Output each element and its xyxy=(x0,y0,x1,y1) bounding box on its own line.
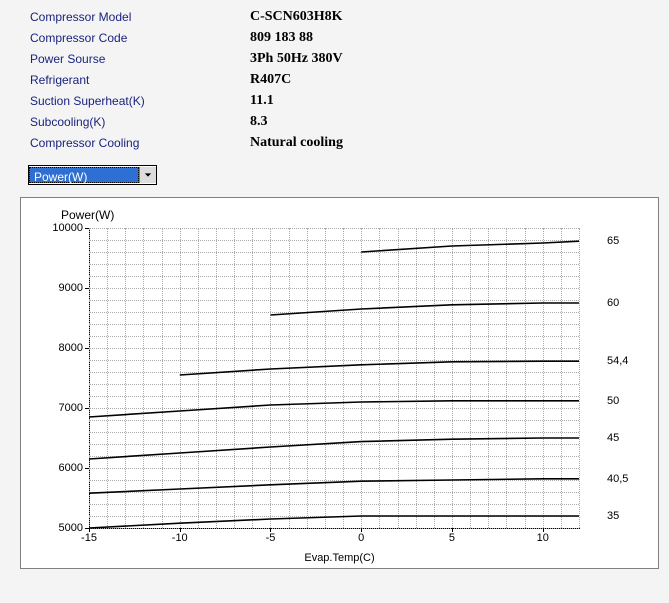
spec-table: Compressor ModelC-SCN603H8K Compressor C… xyxy=(0,0,669,157)
spec-value: C-SCN603H8K xyxy=(250,9,343,25)
spec-label: Compressor Code xyxy=(30,31,250,45)
chart-panel: Power(W) Evap.Temp(C) 500060007000800090… xyxy=(20,197,659,569)
chart-select-combo[interactable]: Power(W) xyxy=(28,165,157,185)
spec-label: Suction Superheat(K) xyxy=(30,94,250,108)
dropdown-button[interactable] xyxy=(139,167,156,183)
series-label: 54,4 xyxy=(579,355,628,367)
spec-value: Natural cooling xyxy=(250,135,343,151)
series-label: 45 xyxy=(579,432,619,444)
series-label: 35 xyxy=(579,510,619,522)
spec-row: RefrigerantR407C xyxy=(30,69,649,90)
spec-label: Compressor Cooling xyxy=(30,136,250,150)
spec-row: Suction Superheat(K)11.1 xyxy=(30,90,649,111)
spec-value: 3Ph 50Hz 380V xyxy=(250,51,343,67)
spec-row: Subcooling(K)8.3 xyxy=(30,111,649,132)
chart-title: Power(W) xyxy=(61,208,114,222)
spec-label: Subcooling(K) xyxy=(30,115,250,129)
plot-area: 5000600070008000900010000-15-10-50510354… xyxy=(89,228,579,528)
y-tick: 10000 xyxy=(52,222,89,234)
spec-row: Power Sourse3Ph 50Hz 380V xyxy=(30,48,649,69)
spec-label: Refrigerant xyxy=(30,73,250,87)
spec-row: Compressor Code809 183 88 xyxy=(30,27,649,48)
spec-value: 11.1 xyxy=(250,93,274,109)
series-lines xyxy=(89,228,579,528)
series-label: 65 xyxy=(579,235,619,247)
series-label: 40,5 xyxy=(579,473,628,485)
x-axis-label: Evap.Temp(C) xyxy=(304,552,374,564)
spec-row: Compressor CoolingNatural cooling xyxy=(30,132,649,153)
spec-row: Compressor ModelC-SCN603H8K xyxy=(30,6,649,27)
combo-selected: Power(W) xyxy=(29,167,139,183)
series-label: 60 xyxy=(579,297,619,309)
series-label: 50 xyxy=(579,395,619,407)
spec-value: 8.3 xyxy=(250,114,268,130)
spec-value: R407C xyxy=(250,72,291,88)
spec-label: Compressor Model xyxy=(30,10,250,24)
spec-label: Power Sourse xyxy=(30,52,250,66)
chevron-down-icon xyxy=(144,171,152,179)
spec-value: 809 183 88 xyxy=(250,30,313,46)
